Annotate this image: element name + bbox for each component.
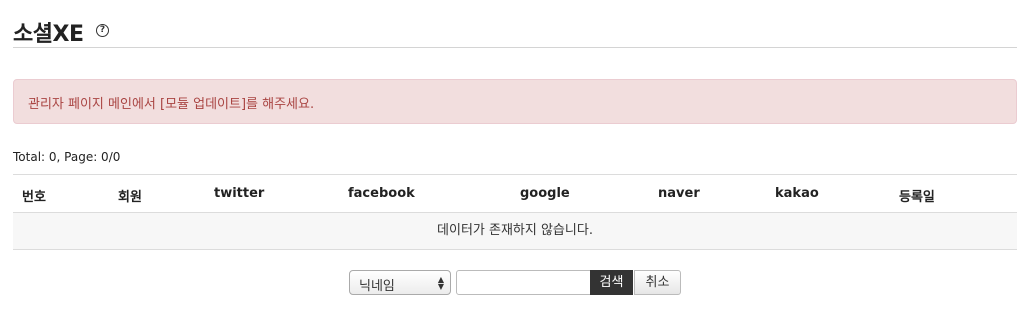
social-member-table: 번호 회원 twitter facebook google naver kaka… [13, 174, 1017, 250]
search-target-value: 닉네임 [359, 279, 395, 294]
column-header-member: 회원 [118, 190, 142, 205]
empty-table-row: 데이터가 존재하지 않습니다. [13, 213, 1017, 250]
page-title: 소셜XE [13, 22, 84, 47]
update-alert: 관리자 페이지 메인에서 [모듈 업데이트]를 해주세요. [13, 79, 1017, 124]
cancel-button[interactable]: 취소 [634, 270, 681, 295]
column-header-twitter: twitter [214, 186, 265, 201]
column-header-facebook: facebook [348, 186, 415, 201]
total-summary: Total: 0, Page: 0/0 [13, 150, 121, 164]
search-button[interactable]: 검색 [590, 270, 633, 295]
page-header: 소셜XE ? [13, 14, 1017, 48]
help-icon[interactable]: ? [96, 24, 109, 37]
select-arrows-icon: ▲ ▼ [437, 275, 444, 291]
search-target-select[interactable]: 닉네임 ▲ ▼ [349, 270, 451, 295]
column-header-kakao: kakao [775, 186, 819, 201]
alert-message: 관리자 페이지 메인에서 [모듈 업데이트]를 해주세요. [28, 97, 315, 112]
column-header-naver: naver [658, 186, 700, 201]
column-header-google: google [520, 186, 570, 201]
table-header-row: 번호 회원 twitter facebook google naver kaka… [13, 175, 1017, 213]
search-keyword-input[interactable] [456, 270, 591, 295]
empty-message: 데이터가 존재하지 않습니다. [437, 223, 593, 238]
column-header-number: 번호 [22, 190, 46, 205]
column-header-registered-date: 등록일 [899, 190, 935, 205]
